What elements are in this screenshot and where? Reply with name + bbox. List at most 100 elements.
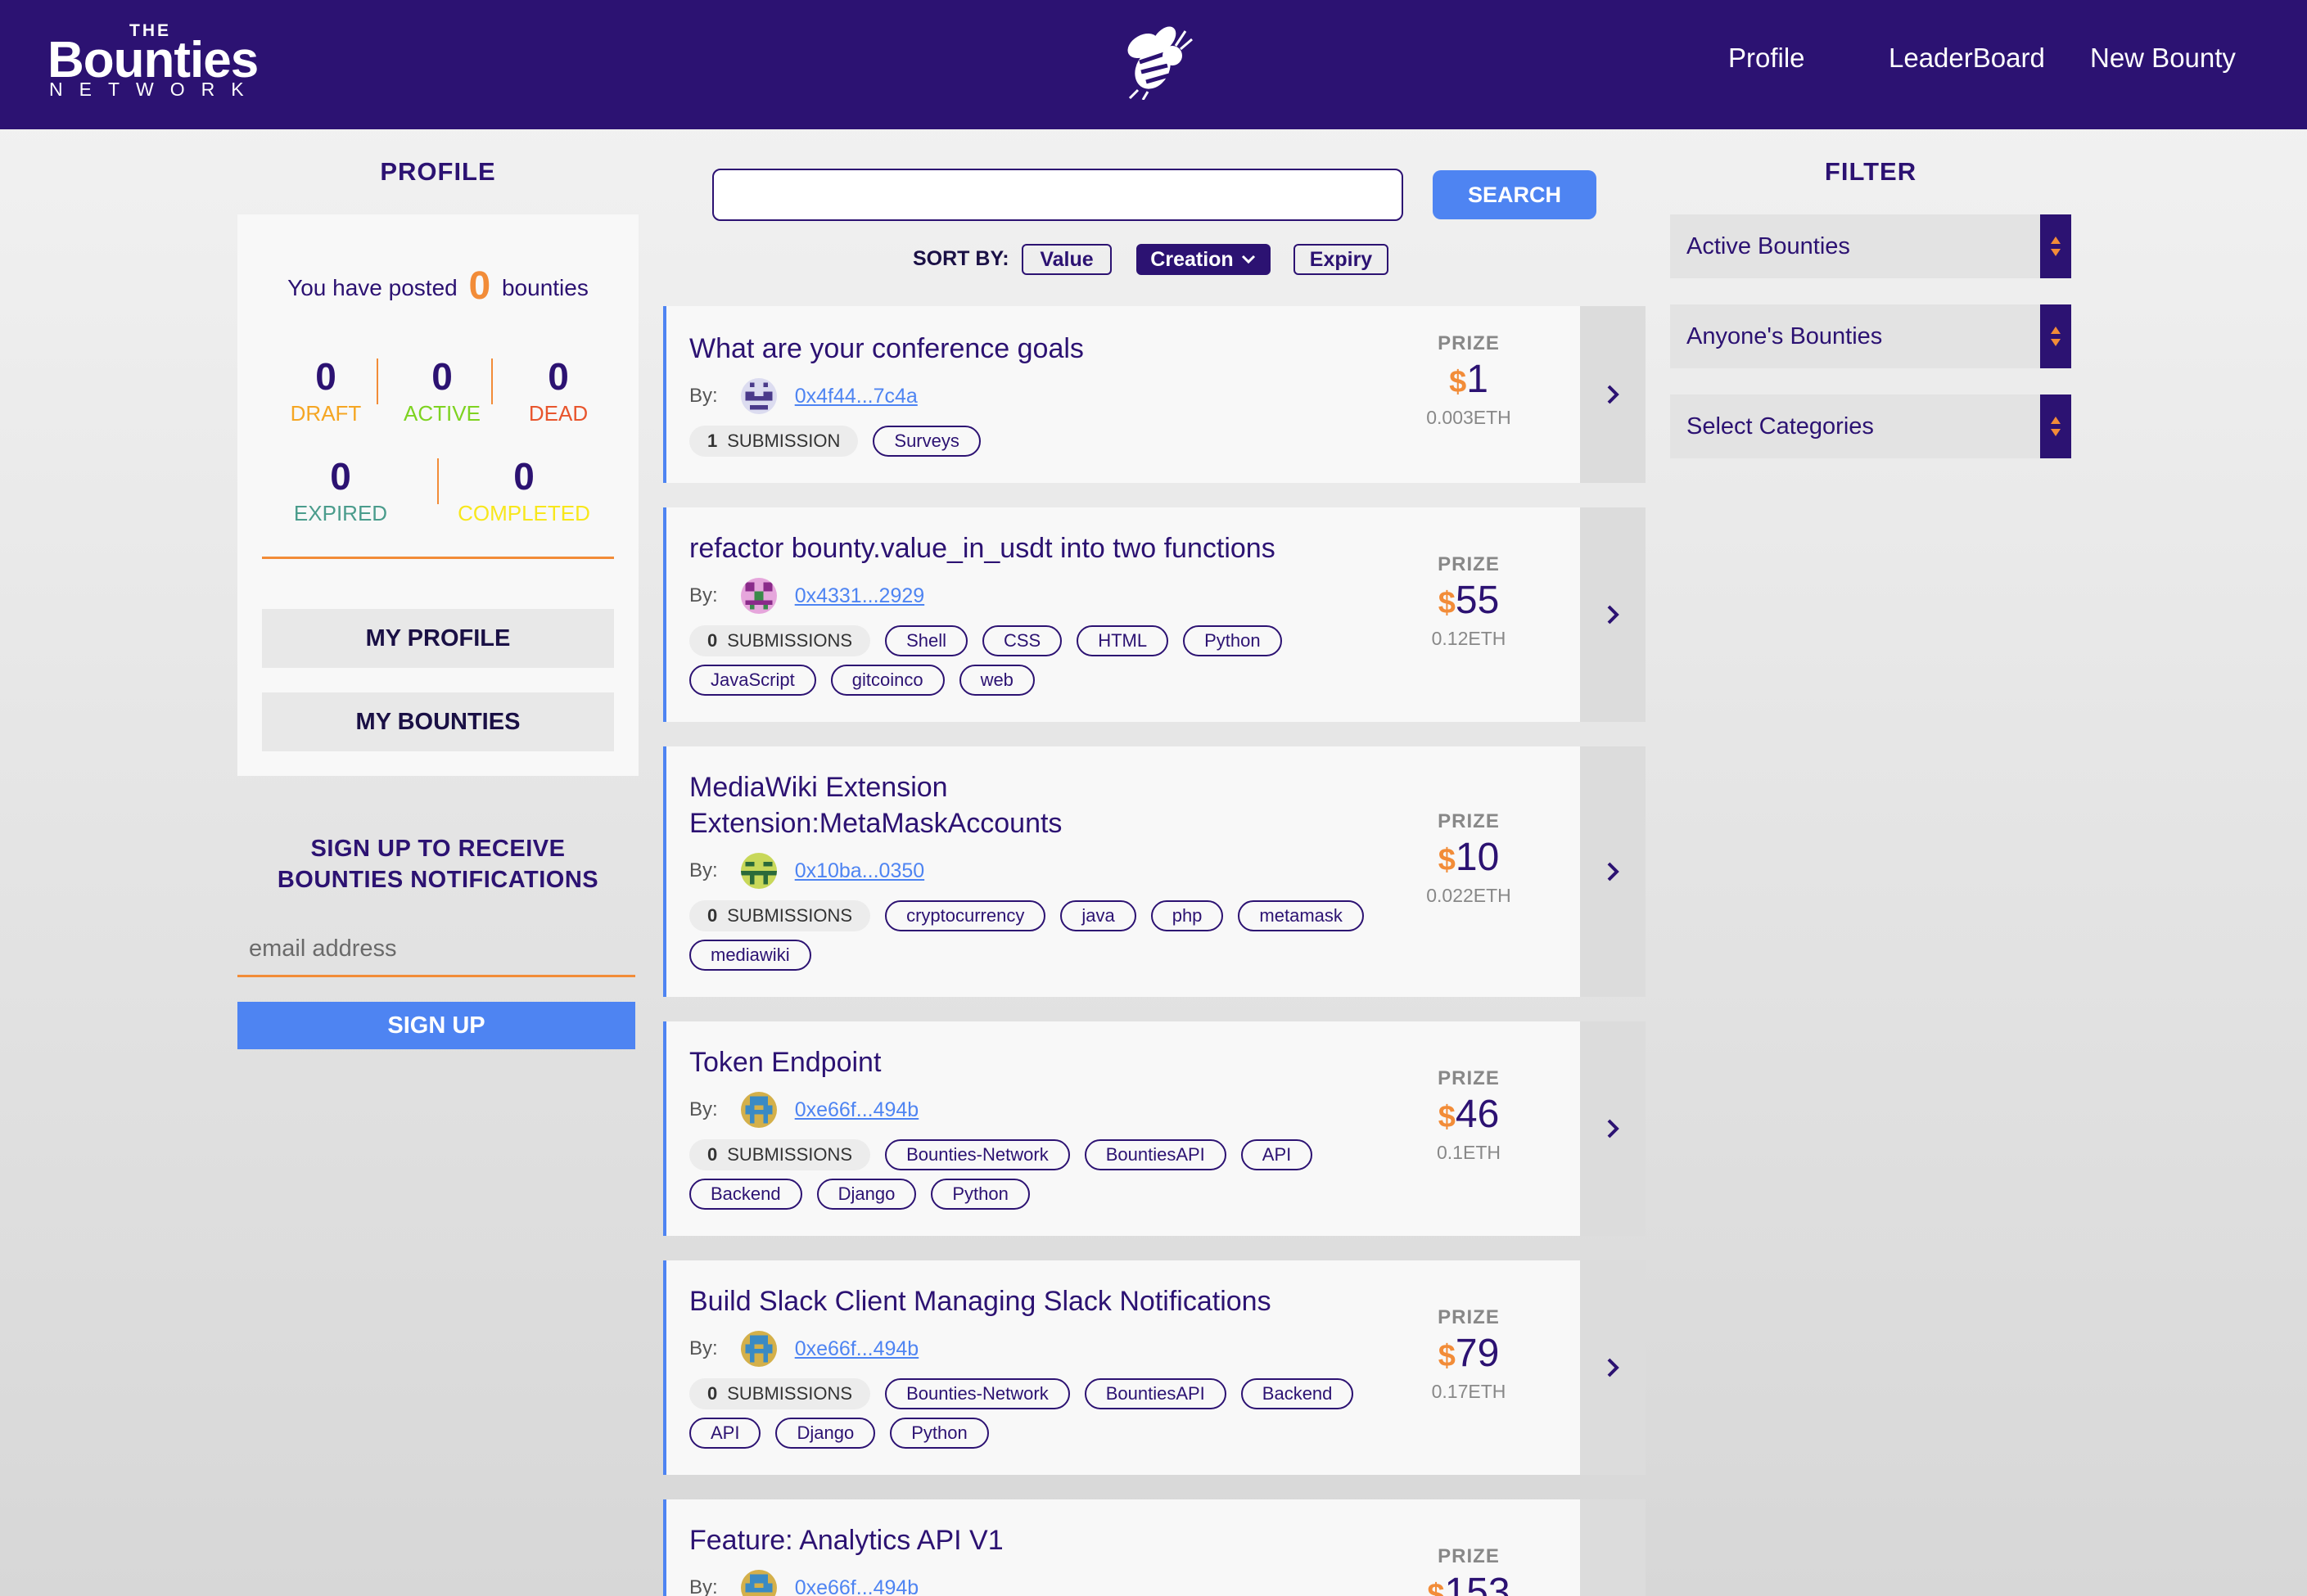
my-profile-button[interactable]: MY PROFILE — [262, 609, 614, 668]
tag-pill[interactable]: Backend — [689, 1179, 802, 1210]
stat-draft-label: DRAFT — [290, 401, 362, 426]
nav-new-bounty-link[interactable]: New Bounty — [2090, 43, 2236, 74]
stat-draft: 0 DRAFT — [269, 354, 383, 427]
open-bounty-button[interactable] — [1580, 1499, 1646, 1596]
stat-completed: 0 COMPLETED — [450, 453, 598, 527]
bounty-title[interactable]: refactor bounty.value_in_usdt into two f… — [689, 530, 1393, 566]
author-address-link[interactable]: 0xe66f...494b — [795, 1098, 919, 1122]
chevron-right-icon — [1607, 1119, 1619, 1138]
sort-creation-button[interactable]: Creation — [1136, 244, 1271, 275]
tag-pill[interactable]: gitcoinco — [830, 665, 945, 696]
tag-pill[interactable]: Python — [890, 1418, 989, 1449]
prize-usd-value: 55 — [1455, 579, 1500, 622]
bounty-author: By: 0xe66f...494b — [689, 1092, 919, 1128]
tag-pill[interactable]: Python — [931, 1179, 1030, 1210]
tag-pill[interactable]: Surveys — [873, 426, 981, 457]
bounty-card[interactable]: Build Slack Client Managing Slack Notifi… — [663, 1260, 1646, 1475]
tag-pill[interactable]: BountiesAPI — [1084, 1139, 1226, 1170]
sort-expiry-button[interactable]: Expiry — [1293, 244, 1388, 275]
bounty-title[interactable]: Token Endpoint — [689, 1044, 1393, 1080]
bee-logo-icon[interactable] — [1110, 21, 1195, 100]
tag-pill[interactable]: Django — [775, 1418, 876, 1449]
tag-pill[interactable]: cryptocurrency — [885, 900, 1046, 931]
dollar-sign: $ — [1438, 1100, 1456, 1134]
bounty-title[interactable]: Feature: Analytics API V1 — [689, 1522, 1393, 1558]
tag-pill[interactable]: BountiesAPI — [1084, 1378, 1226, 1409]
tag-pill[interactable]: java — [1060, 900, 1136, 931]
open-bounty-button[interactable] — [1580, 1260, 1646, 1475]
prize-usd-value: 46 — [1455, 1093, 1500, 1136]
stat-active-value: 0 — [431, 355, 453, 398]
submission-count: 0 — [707, 1383, 718, 1404]
author-address-link[interactable]: 0x4f44...7c4a — [795, 385, 918, 408]
search-input[interactable] — [712, 169, 1403, 221]
author-address-link[interactable]: 0x4331...2929 — [795, 584, 924, 608]
stat-dead-value: 0 — [548, 355, 569, 398]
chevron-right-icon — [1607, 1358, 1619, 1377]
tag-pill[interactable]: mediawiki — [689, 940, 811, 971]
avatar — [740, 1331, 777, 1367]
tag-pill[interactable]: web — [959, 665, 1035, 696]
bounty-tags: 0 SUBMISSIONS Bounties-Network BountiesAP… — [689, 1378, 1393, 1449]
tag-pill[interactable]: Bounties-Network — [885, 1378, 1070, 1409]
prize-usd: $10 — [1379, 833, 1559, 885]
stat-completed-label: COMPLETED — [458, 501, 590, 525]
prize-label: PRIZE — [1438, 332, 1500, 354]
open-bounty-button[interactable] — [1580, 306, 1646, 483]
filter-status-select[interactable]: Active Bounties — [1670, 214, 2071, 278]
open-bounty-button[interactable] — [1580, 746, 1646, 997]
bounty-card[interactable]: Token Endpoint By: 0xe66f...494b 0 SUBMIS… — [663, 1021, 1646, 1236]
prize-label: PRIZE — [1438, 553, 1500, 575]
bounty-card[interactable]: Feature: Analytics API V1 By: 0xe66f...4… — [663, 1499, 1646, 1596]
tag-pill[interactable]: Backend — [1240, 1378, 1354, 1409]
bounty-card[interactable]: MediaWiki Extension Extension:MetaMaskAc… — [663, 746, 1646, 997]
bounty-title[interactable]: MediaWiki Extension Extension:MetaMaskAc… — [689, 769, 1148, 841]
tag-pill[interactable]: API — [1240, 1139, 1313, 1170]
bounty-title[interactable]: What are your conference goals — [689, 331, 1393, 367]
author-address-link[interactable]: 0xe66f...494b — [795, 1337, 919, 1361]
chevron-right-icon — [1607, 605, 1619, 624]
stat-active-label: ACTIVE — [404, 401, 481, 426]
bounty-author: By: 0xe66f...494b — [689, 1331, 919, 1367]
filter-owner-select[interactable]: Anyone's Bounties — [1670, 304, 2071, 368]
tag-pill[interactable]: Bounties-Network — [885, 1139, 1070, 1170]
prize-usd-value: 79 — [1455, 1332, 1500, 1375]
prize-label: PRIZE — [1438, 1545, 1500, 1567]
tag-pill[interactable]: API — [689, 1418, 761, 1449]
tag-pill[interactable]: Python — [1183, 625, 1282, 656]
bounty-tags: 0 SUBMISSIONS cryptocurrency java php met… — [689, 900, 1393, 971]
sort-value-button[interactable]: Value — [1022, 244, 1112, 275]
bounty-title[interactable]: Build Slack Client Managing Slack Notifi… — [689, 1283, 1393, 1319]
nav-leaderboard-link[interactable]: LeaderBoard — [1889, 43, 2045, 74]
tag-pill[interactable]: Shell — [885, 625, 968, 656]
author-address-link[interactable]: 0x10ba...0350 — [795, 859, 924, 883]
email-field[interactable] — [237, 923, 635, 977]
tag-pill[interactable]: metamask — [1238, 900, 1364, 931]
avatar — [740, 378, 777, 414]
my-bounties-button[interactable]: MY BOUNTIES — [262, 692, 614, 751]
open-bounty-button[interactable] — [1580, 1021, 1646, 1236]
filter-categories-value: Select Categories — [1686, 413, 1874, 440]
bounty-card[interactable]: refactor bounty.value_in_usdt into two f… — [663, 507, 1646, 722]
profile-section-title: PROFILE — [380, 157, 496, 186]
prize-block: PRIZE $1 0.003ETH — [1379, 332, 1559, 429]
bounty-card[interactable]: What are your conference goals By: 0x4f4… — [663, 306, 1646, 483]
open-bounty-button[interactable] — [1580, 507, 1646, 722]
tag-pill[interactable]: JavaScript — [689, 665, 816, 696]
nav-profile-link[interactable]: Profile — [1728, 43, 1805, 74]
select-arrows-icon — [2040, 304, 2071, 368]
bounties-network-logo[interactable]: THE Bounties NETWORK — [47, 21, 260, 103]
submission-label: SUBMISSIONS — [727, 630, 853, 651]
tag-pill[interactable]: Django — [816, 1179, 917, 1210]
search-button[interactable]: SEARCH — [1433, 170, 1596, 219]
submission-label: SUBMISSION — [727, 431, 841, 451]
sign-up-button[interactable]: SIGN UP — [237, 1002, 635, 1049]
tag-pill[interactable]: CSS — [982, 625, 1063, 656]
author-address-link[interactable]: 0xe66f...494b — [795, 1576, 919, 1596]
sort-creation-label: Creation — [1150, 247, 1234, 271]
stat-dead-label: DEAD — [528, 401, 589, 426]
tag-pill[interactable]: HTML — [1077, 625, 1169, 656]
tag-pill[interactable]: php — [1150, 900, 1224, 931]
submission-count-badge: 0 SUBMISSIONS — [689, 625, 871, 656]
filter-categories-select[interactable]: Select Categories — [1670, 394, 2071, 458]
